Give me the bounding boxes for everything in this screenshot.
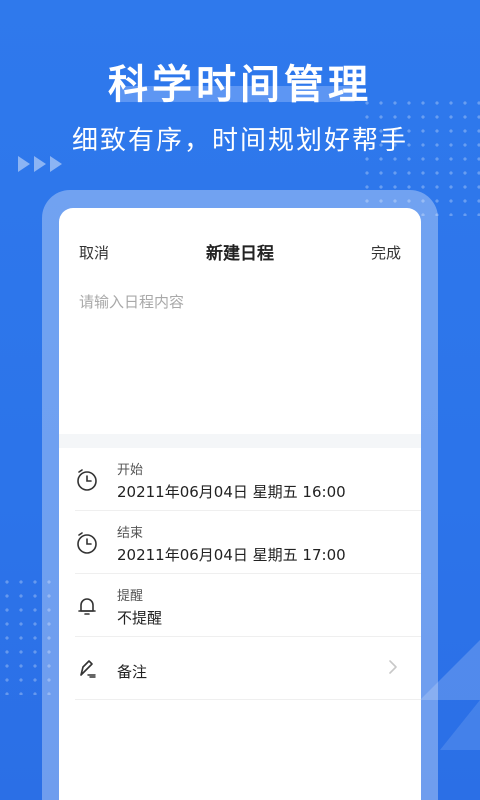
start-time-row[interactable]: 开始 20211年06月04日 星期五 16:00 (75, 448, 421, 511)
end-time-row[interactable]: 结束 20211年06月04日 星期五 17:00 (75, 511, 421, 574)
schedule-content-input[interactable] (79, 293, 401, 311)
section-gap (59, 434, 421, 448)
content-area (59, 292, 421, 434)
start-value: 20211年06月04日 星期五 16:00 (117, 483, 346, 501)
page-title: 新建日程 (206, 244, 274, 264)
reminder-row[interactable]: 提醒 不提醒 (75, 574, 421, 637)
pencil-icon (80, 660, 96, 678)
reminder-label: 提醒 (117, 589, 144, 604)
chevron-right-icon (389, 660, 397, 674)
start-label: 开始 (117, 463, 144, 478)
reminder-value: 不提醒 (117, 609, 163, 627)
done-button[interactable]: 完成 (371, 242, 401, 263)
note-row[interactable]: 备注 (75, 637, 421, 700)
schedule-card: 取消 新建日程 完成 开始 20211年06月04日 星期五 16:00 结束 … (59, 208, 421, 800)
arrows-decoration (18, 156, 62, 172)
clock-icon (77, 469, 97, 491)
end-value: 20211年06月04日 星期五 17:00 (117, 546, 346, 564)
end-label: 结束 (117, 526, 144, 541)
bell-icon (78, 598, 96, 615)
nav-bar: 取消 新建日程 完成 (59, 208, 421, 292)
note-label: 备注 (117, 663, 148, 681)
clock-icon (77, 532, 97, 554)
